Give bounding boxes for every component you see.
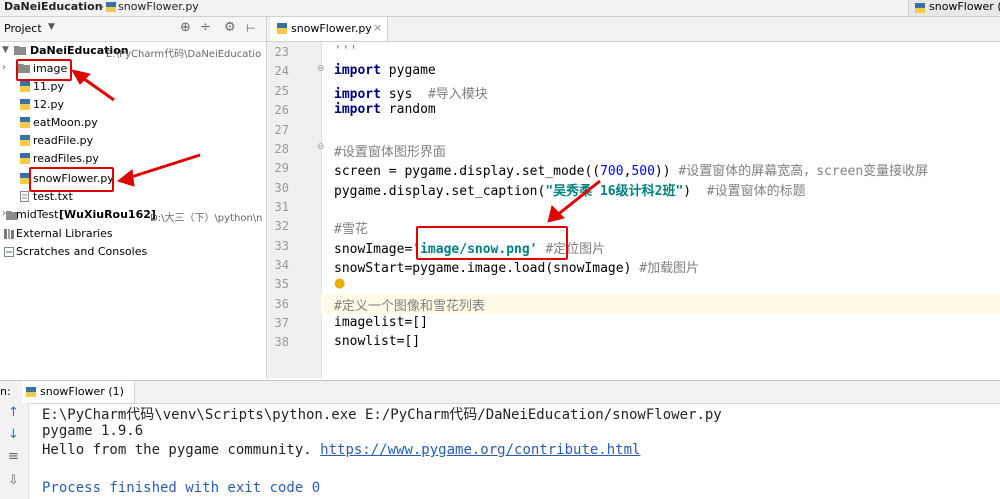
tree-item-label: 12.py bbox=[33, 98, 64, 111]
midtest-tag: [WuXiuRou162] bbox=[59, 208, 156, 221]
console-line: pygame 1.9.6 bbox=[42, 423, 144, 439]
code-line: #雪花 bbox=[334, 222, 368, 237]
console-line: Hello from the pygame community. https:/… bbox=[42, 442, 641, 458]
annotation-box bbox=[16, 59, 72, 81]
collapse-icon[interactable]: ÷ bbox=[200, 20, 211, 35]
tree-item-file[interactable]: readFiles.py bbox=[0, 150, 266, 168]
external-libraries-label: External Libraries bbox=[16, 227, 113, 240]
text-file-icon bbox=[20, 191, 29, 202]
line-number: 38 bbox=[274, 335, 289, 349]
tree-item-midtest[interactable]: › midTest [WuXiuRou162] D:\大三（下）\python\… bbox=[0, 206, 266, 224]
line-number: 28 bbox=[274, 142, 289, 156]
run-panel-header: n: snowFlower (1) bbox=[0, 380, 1000, 404]
folder-icon bbox=[14, 46, 26, 55]
tab-run[interactable]: snowFlower (1) bbox=[22, 381, 135, 403]
midtest-name: midTest bbox=[16, 208, 59, 221]
midtest-path: D:\大三（下）\python\n bbox=[150, 213, 263, 224]
line-number: 33 bbox=[274, 239, 289, 253]
library-icon bbox=[4, 229, 14, 239]
editor-tab-bar: snowFlower.py × bbox=[267, 17, 1000, 42]
line-number: 32 bbox=[274, 219, 289, 233]
hide-icon[interactable]: ⊢ bbox=[246, 22, 256, 35]
code-line: pygame.display.set_caption("吴秀柔 16级计科2班"… bbox=[334, 184, 806, 199]
python-file-icon bbox=[106, 2, 116, 12]
line-number: 30 bbox=[274, 181, 289, 195]
project-tree: ▼ DaNeiEducation E:\PyCharm代码\DaNeiEduca… bbox=[0, 42, 266, 378]
breadcrumb: DaNeiEducation › snowFlower.py snowFlowe… bbox=[0, 0, 1000, 17]
tab-label: snowFlower.py bbox=[291, 22, 372, 35]
line-number: 34 bbox=[274, 258, 289, 272]
breadcrumb-file[interactable]: snowFlower.py bbox=[118, 0, 199, 13]
chevron-down-icon[interactable]: ▼ bbox=[48, 22, 55, 32]
project-panel-title[interactable]: Project bbox=[4, 22, 42, 35]
code-line: #设置窗体图形界面 bbox=[334, 145, 446, 160]
breadcrumb-separator: › bbox=[100, 0, 105, 13]
lightbulb-icon[interactable]: ● bbox=[334, 276, 345, 291]
python-file-icon bbox=[277, 23, 287, 34]
line-number: 24 bbox=[274, 64, 289, 78]
line-number: 25 bbox=[274, 84, 289, 98]
scratches-label: Scratches and Consoles bbox=[16, 245, 148, 258]
arrow-down-icon[interactable]: ↓ bbox=[8, 427, 19, 442]
code-line: import pygame bbox=[334, 63, 436, 78]
breadcrumb-project[interactable]: DaNeiEducation bbox=[4, 0, 103, 13]
chevron-right-icon[interactable]: › bbox=[2, 62, 6, 73]
python-file-icon bbox=[915, 3, 925, 13]
line-number: 36 bbox=[274, 297, 289, 311]
tree-item-label: readFile.py bbox=[33, 134, 94, 147]
gear-icon[interactable]: ⚙ bbox=[224, 20, 236, 35]
code-line: ''' bbox=[334, 44, 358, 59]
target-icon[interactable]: ⊕ bbox=[180, 20, 191, 35]
annotation-box bbox=[29, 167, 114, 192]
python-file-icon bbox=[20, 135, 30, 146]
code-line: import random bbox=[334, 102, 436, 117]
line-number: 37 bbox=[274, 316, 289, 330]
line-number: 27 bbox=[274, 123, 289, 137]
run-panel-label: n: bbox=[0, 385, 11, 398]
close-icon[interactable]: × bbox=[373, 21, 382, 34]
code-line: #定义一个图像和雪花列表 bbox=[334, 299, 485, 314]
line-number: 29 bbox=[274, 161, 289, 175]
python-file-icon bbox=[20, 153, 30, 164]
line-number: 23 bbox=[274, 45, 289, 59]
tab-snowflower[interactable]: snowFlower.py × bbox=[271, 17, 388, 41]
code-line: imagelist=[] bbox=[334, 315, 428, 330]
console-line: E:\PyCharm代码\venv\Scripts\python.exe E:/… bbox=[42, 407, 722, 423]
tree-root[interactable]: ▼ DaNeiEducation E:\PyCharm代码\DaNeiEduca… bbox=[0, 42, 266, 60]
code-line: snowlist=[] bbox=[334, 334, 421, 349]
annotation-box bbox=[416, 226, 568, 260]
tree-root-path: E:\PyCharm代码\DaNeiEducatio bbox=[106, 49, 262, 60]
line-gutter: 23 24 25 26 27 28 29 30 31 32 33 34 35 3… bbox=[267, 42, 325, 378]
chevron-down-icon[interactable]: ▼ bbox=[2, 45, 9, 55]
scroll-end-icon[interactable]: ⇩ bbox=[8, 473, 19, 488]
tree-item-label: 11.py bbox=[33, 80, 64, 93]
tree-item-file[interactable]: 12.py bbox=[0, 96, 266, 114]
console-line: Process finished with exit code 0 bbox=[42, 480, 321, 496]
run-toolbar: ↑ ↓ ≡ ⇩ bbox=[0, 403, 29, 499]
code-line: screen = pygame.display.set_mode((700,50… bbox=[334, 164, 929, 179]
tab-run-config[interactable]: snowFlower (1 bbox=[908, 0, 1000, 16]
line-number: 31 bbox=[274, 200, 289, 214]
tree-item-file[interactable]: eatMoon.py bbox=[0, 114, 266, 132]
tree-item-label: eatMoon.py bbox=[33, 116, 98, 129]
scratches-icon bbox=[4, 247, 14, 257]
soft-wrap-icon[interactable]: ≡ bbox=[8, 449, 19, 464]
code-editor[interactable]: ''' import pygame import sys #导入模块 impor… bbox=[322, 42, 1000, 378]
python-file-icon bbox=[20, 99, 30, 110]
tab-run-config-label: snowFlower (1 bbox=[929, 0, 1000, 13]
code-line: import sys #导入模块 bbox=[334, 87, 488, 102]
line-number: 26 bbox=[274, 103, 289, 117]
tree-item-external-libraries[interactable]: External Libraries bbox=[0, 225, 266, 243]
python-file-icon bbox=[20, 81, 30, 92]
tree-item-label: readFiles.py bbox=[33, 152, 99, 165]
python-file-icon bbox=[26, 387, 36, 397]
arrow-up-icon[interactable]: ↑ bbox=[8, 405, 19, 420]
tree-item-scratches[interactable]: Scratches and Consoles bbox=[0, 243, 266, 261]
python-file-icon bbox=[20, 117, 30, 128]
run-tab-label: snowFlower (1) bbox=[40, 385, 124, 398]
line-number: 35 bbox=[274, 277, 289, 291]
project-panel-header: Project ▼ ⊕ ÷ ⚙ ⊢ bbox=[0, 17, 266, 42]
pygame-link[interactable]: https://www.pygame.org/contribute.html bbox=[320, 442, 640, 458]
tree-item-file[interactable]: readFile.py bbox=[0, 132, 266, 150]
